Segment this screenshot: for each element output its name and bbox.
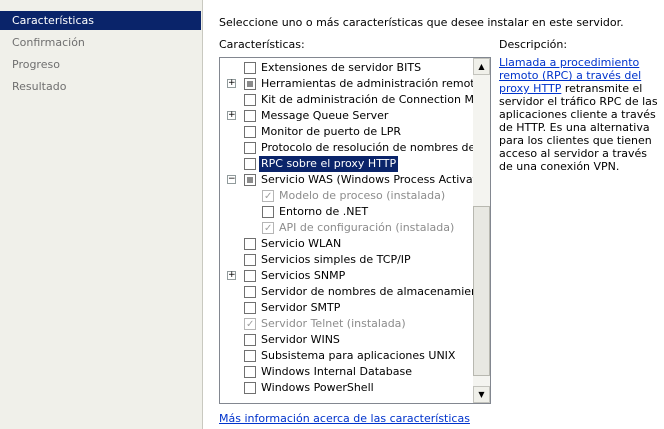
feature-label: Protocolo de resolución de nombres de mi…	[261, 141, 491, 154]
feature-label: Kit de administración de Connection Mana…	[261, 93, 491, 106]
feature-checkbox[interactable]	[244, 270, 256, 282]
feature-label: Monitor de puerto de LPR	[261, 125, 401, 138]
feature-row[interactable]: RPC sobre el proxy HTTP	[220, 156, 474, 172]
feature-checkbox[interactable]	[244, 62, 256, 74]
feature-label: Servicios SNMP	[261, 269, 346, 282]
scroll-down-icon[interactable]: ▼	[473, 386, 490, 403]
feature-row[interactable]: Servidor de nombres de almacenamiento de	[220, 284, 490, 300]
feature-label: Servidor SMTP	[261, 301, 341, 314]
sidebar-item-confirmacion[interactable]: Confirmación	[0, 33, 201, 52]
feature-checkbox[interactable]	[244, 126, 256, 138]
check-icon: ✓	[246, 319, 255, 330]
feature-row[interactable]: Servicio WLAN	[220, 236, 474, 252]
feature-checkbox: ✓	[262, 190, 274, 202]
feature-row[interactable]: − Servicio WAS (Windows Process Activatio…	[220, 172, 490, 188]
description-text: Llamada a procedimiento remoto (RPC) a t…	[499, 56, 661, 173]
wizard-sidebar: Características Confirmación Progreso Re…	[0, 0, 203, 429]
feature-checkbox[interactable]	[244, 366, 256, 378]
description-body: retransmite el servidor el tráfico RPC d…	[499, 82, 658, 173]
feature-label: Entorno de .NET	[279, 205, 369, 218]
feature-row[interactable]: ✓ Modelo de proceso (instalada)	[220, 188, 474, 204]
features-label: Características:	[219, 38, 305, 51]
sidebar-item-resultado[interactable]: Resultado	[0, 77, 201, 96]
feature-label: Servidor de nombres de almacenamiento de	[261, 285, 491, 298]
feature-row[interactable]: Servidor WINS	[220, 332, 474, 348]
feature-label: Windows PowerShell	[261, 381, 374, 394]
instruction-text: Seleccione uno o más características que…	[219, 16, 624, 29]
feature-label: Extensiones de servidor BITS	[261, 61, 422, 74]
feature-checkbox[interactable]	[244, 94, 256, 106]
feature-checkbox[interactable]	[244, 110, 256, 122]
feature-label: Servidor Telnet (instalada)	[261, 317, 406, 330]
feature-label: Servicio WAS (Windows Process Activation…	[261, 173, 491, 186]
description-label: Descripción:	[499, 38, 568, 51]
feature-checkbox[interactable]	[244, 142, 256, 154]
feature-label: Windows Internal Database	[261, 365, 412, 378]
feature-checkbox: ✓	[262, 222, 274, 234]
feature-checkbox[interactable]	[244, 174, 256, 186]
feature-label: API de configuración (instalada)	[279, 221, 455, 234]
collapse-icon[interactable]: −	[227, 175, 236, 184]
features-scrollbar[interactable]: ▲ ▼	[473, 58, 490, 403]
feature-row[interactable]: + Servicios SNMP	[220, 268, 474, 284]
feature-checkbox[interactable]	[244, 158, 256, 170]
sidebar-item-caracteristicas[interactable]: Características	[0, 11, 201, 30]
expand-icon[interactable]: +	[227, 271, 236, 280]
feature-label: Message Queue Server	[261, 109, 389, 122]
feature-checkbox[interactable]	[262, 206, 274, 218]
feature-checkbox[interactable]	[244, 382, 256, 394]
feature-label: Servicios simples de TCP/IP	[261, 253, 411, 266]
feature-label: Servidor WINS	[261, 333, 340, 346]
feature-label: Modelo de proceso (instalada)	[279, 189, 446, 202]
feature-row[interactable]: Extensiones de servidor BITS	[220, 60, 474, 76]
feature-row[interactable]: ✓ Servidor Telnet (instalada)	[220, 316, 474, 332]
features-tree[interactable]: Extensiones de servidor BITS + Herramienta…	[219, 57, 491, 404]
feature-row[interactable]: Servidor SMTP	[220, 300, 474, 316]
feature-checkbox[interactable]	[244, 238, 256, 250]
feature-label: Herramientas de administración remota de…	[261, 77, 491, 90]
feature-label: Servicio WLAN	[261, 237, 342, 250]
expand-icon[interactable]: +	[227, 79, 236, 88]
feature-label: RPC sobre el proxy HTTP	[259, 156, 399, 172]
scroll-up-icon[interactable]: ▲	[473, 58, 490, 75]
feature-row[interactable]: Entorno de .NET	[220, 204, 474, 220]
feature-checkbox[interactable]	[244, 350, 256, 362]
feature-checkbox[interactable]	[244, 334, 256, 346]
feature-row[interactable]: + Message Queue Server	[220, 108, 474, 124]
feature-row[interactable]: Subsistema para aplicaciones UNIX	[220, 348, 474, 364]
feature-checkbox[interactable]	[244, 78, 256, 90]
feature-row[interactable]: Servicios simples de TCP/IP	[220, 252, 474, 268]
feature-checkbox: ✓	[244, 318, 256, 330]
feature-row[interactable]: Monitor de puerto de LPR	[220, 124, 474, 140]
feature-row[interactable]: Protocolo de resolución de nombres de mi…	[220, 140, 490, 156]
feature-checkbox[interactable]	[244, 302, 256, 314]
feature-checkbox[interactable]	[244, 286, 256, 298]
feature-checkbox[interactable]	[244, 254, 256, 266]
feature-row[interactable]: ✓ API de configuración (instalada)	[220, 220, 474, 236]
feature-row[interactable]: + Herramientas de administración remota d…	[220, 76, 490, 92]
feature-row[interactable]: Windows Internal Database	[220, 364, 474, 380]
sidebar-item-progreso[interactable]: Progreso	[0, 55, 201, 74]
check-icon: ✓	[264, 223, 273, 234]
feature-row[interactable]: Windows PowerShell	[220, 380, 474, 396]
feature-label: Subsistema para aplicaciones UNIX	[261, 349, 456, 362]
feature-row[interactable]: Kit de administración de Connection Mana…	[220, 92, 490, 108]
more-info-link[interactable]: Más información acerca de las caracterís…	[219, 412, 470, 425]
check-icon: ✓	[264, 191, 273, 202]
scroll-thumb[interactable]	[473, 206, 490, 376]
expand-icon[interactable]: +	[227, 111, 236, 120]
